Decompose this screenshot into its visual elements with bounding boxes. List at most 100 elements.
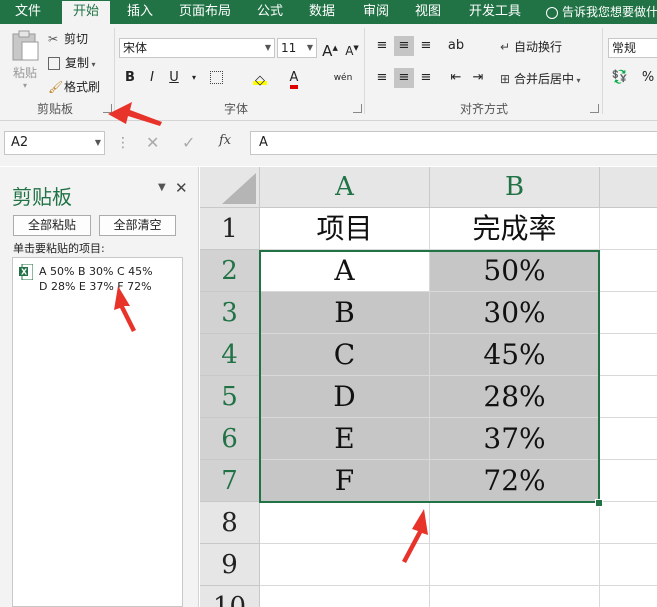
font-name-combo[interactable]: 宋体 ▼ xyxy=(119,38,275,58)
cell[interactable]: C xyxy=(260,334,430,376)
phonetic-guide-button[interactable]: wén xyxy=(330,68,356,88)
cell[interactable]: 50% xyxy=(430,250,600,292)
middle-align-icon[interactable]: ≡ xyxy=(394,36,414,56)
tab-formulas[interactable]: 公式 xyxy=(250,0,290,24)
accounting-format-icon[interactable]: 💱 xyxy=(610,68,630,88)
italic-button[interactable]: I xyxy=(142,68,162,88)
confirm-entry-icon[interactable]: ✓ xyxy=(182,133,195,152)
wrap-text-button[interactable]: ↵ 自动换行 xyxy=(500,38,562,55)
merge-center-button[interactable]: ⊞ 合并后居中 ▾ xyxy=(500,70,581,87)
cell[interactable] xyxy=(600,376,657,418)
insert-function-button[interactable]: fx xyxy=(219,133,231,148)
row-header[interactable]: 9 xyxy=(200,544,260,586)
tab-view[interactable]: 视图 xyxy=(408,0,448,24)
row-header[interactable]: 6 xyxy=(200,418,260,460)
align-center-icon[interactable]: ≡ xyxy=(394,68,414,88)
tell-me-box[interactable]: 告诉我您想要做什 xyxy=(546,0,657,24)
copy-button[interactable]: 复制 ▾ xyxy=(48,54,96,71)
align-right-icon[interactable]: ≡ xyxy=(416,68,436,88)
cell[interactable]: A xyxy=(260,250,430,292)
paste-button[interactable]: 粘贴 ▾ xyxy=(8,30,42,90)
column-header-a[interactable]: A xyxy=(260,167,430,208)
cell[interactable] xyxy=(600,250,657,292)
formula-input[interactable]: A xyxy=(250,131,657,155)
cell[interactable] xyxy=(600,418,657,460)
format-painter-button[interactable]: 🖌格式刷 xyxy=(48,78,100,95)
tab-data[interactable]: 数据 xyxy=(302,0,342,24)
increase-font-size-button[interactable]: A▲ xyxy=(320,38,340,60)
paint-bucket-icon: ◇ xyxy=(253,72,267,88)
percent-style-button[interactable]: % xyxy=(638,68,657,88)
font-color-button[interactable]: A xyxy=(284,68,304,89)
bottom-align-icon[interactable]: ≡ xyxy=(416,36,436,56)
font-dialog-launcher[interactable] xyxy=(353,104,362,113)
top-align-icon[interactable]: ≡ xyxy=(372,36,392,56)
fill-color-button[interactable]: ◇ xyxy=(250,68,270,88)
cell[interactable] xyxy=(260,586,430,607)
cell[interactable] xyxy=(600,544,657,586)
cut-button[interactable]: ✂ 剪切 xyxy=(48,30,88,47)
cell[interactable] xyxy=(600,586,657,607)
tab-home[interactable]: 开始 xyxy=(62,1,110,24)
cell[interactable] xyxy=(600,460,657,502)
row-header[interactable]: 10 xyxy=(200,586,260,607)
cell[interactable] xyxy=(430,586,600,607)
cell[interactable] xyxy=(600,292,657,334)
formula-bar: A2 ▼ ⋮ ✕ ✓ fx A xyxy=(0,121,657,166)
column-header-b[interactable]: B xyxy=(430,167,600,208)
row-header[interactable]: 3 xyxy=(200,292,260,334)
close-icon[interactable]: ✕ xyxy=(175,179,188,197)
bold-button[interactable]: B xyxy=(120,68,140,88)
row-header[interactable]: 8 xyxy=(200,502,260,544)
clipboard-item[interactable]: X A 50% B 30% C 45% D 28% E 37% F 72% xyxy=(17,264,181,298)
borders-button[interactable] xyxy=(206,68,226,88)
cell[interactable]: D xyxy=(260,376,430,418)
cell[interactable] xyxy=(430,502,600,544)
cancel-entry-icon[interactable]: ✕ xyxy=(146,133,159,152)
tab-page-layout[interactable]: 页面布局 xyxy=(172,0,238,24)
row-header[interactable]: 2 xyxy=(200,250,260,292)
cell[interactable]: 72% xyxy=(430,460,600,502)
paste-all-button[interactable]: 全部粘贴 xyxy=(13,215,91,236)
cell[interactable]: 45% xyxy=(430,334,600,376)
pane-options-icon[interactable]: ▼ xyxy=(158,182,166,193)
cell[interactable] xyxy=(600,334,657,376)
paintbrush-icon: 🖌 xyxy=(48,80,64,94)
orientation-icon[interactable]: ab xyxy=(446,36,466,56)
row-header[interactable]: 7 xyxy=(200,460,260,502)
column-header-c[interactable] xyxy=(600,167,657,208)
cell[interactable] xyxy=(600,208,657,250)
row-header[interactable]: 5 xyxy=(200,376,260,418)
scissors-icon: ✂ xyxy=(48,32,59,46)
cell[interactable] xyxy=(430,544,600,586)
alignment-dialog-launcher[interactable] xyxy=(590,104,599,113)
cell[interactable]: 项目 xyxy=(260,208,430,250)
font-size-combo[interactable]: 11 ▼ xyxy=(277,38,317,58)
select-all-button[interactable] xyxy=(200,167,260,208)
align-left-icon[interactable]: ≡ xyxy=(372,68,392,88)
cell[interactable]: 28% xyxy=(430,376,600,418)
fill-handle[interactable] xyxy=(595,499,603,507)
tab-review[interactable]: 审阅 xyxy=(356,0,396,24)
tab-developer[interactable]: 开发工具 xyxy=(460,0,530,24)
row-header[interactable]: 4 xyxy=(200,334,260,376)
cell[interactable]: 37% xyxy=(430,418,600,460)
tab-insert[interactable]: 插入 xyxy=(118,0,162,24)
underline-dropdown[interactable]: ▾ xyxy=(184,68,204,88)
cell[interactable]: F xyxy=(260,460,430,502)
tab-file[interactable]: 文件 xyxy=(6,0,50,24)
underline-button[interactable]: U xyxy=(164,68,184,88)
cell[interactable]: 30% xyxy=(430,292,600,334)
cell[interactable]: E xyxy=(260,418,430,460)
number-format-combo[interactable]: 常规 xyxy=(608,38,657,58)
row-header[interactable]: 1 xyxy=(200,208,260,250)
cell[interactable] xyxy=(600,502,657,544)
clear-all-button[interactable]: 全部清空 xyxy=(99,215,176,236)
decrease-font-size-button[interactable]: A▼ xyxy=(342,38,362,58)
cell[interactable]: 完成率 xyxy=(430,208,600,250)
red-arrow-annotation xyxy=(114,286,136,332)
decrease-indent-icon[interactable]: ⇤ xyxy=(446,68,466,88)
name-box[interactable]: A2 ▼ xyxy=(4,131,105,155)
cell[interactable]: B xyxy=(260,292,430,334)
increase-indent-icon[interactable]: ⇥ xyxy=(468,68,488,88)
